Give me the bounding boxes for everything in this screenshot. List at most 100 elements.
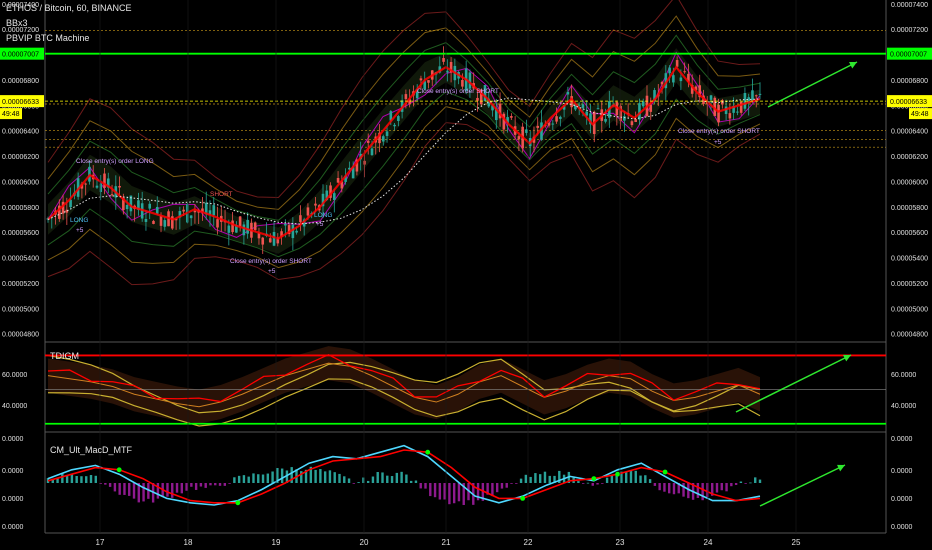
macd-histogram-bar [500, 483, 504, 489]
candle-body [427, 80, 430, 83]
macd-histogram-bar [424, 483, 427, 489]
annotation-plus5-c: +5 [316, 221, 324, 228]
indicator-pbvip: PBVIP BTC Machine [6, 33, 90, 43]
candle-body [299, 215, 302, 223]
macd-tick-right: 0.0000 [891, 524, 913, 531]
time-tick: 23 [616, 538, 625, 547]
macd-histogram-bar [429, 483, 432, 497]
macd-tick-right: 0.0000 [891, 496, 913, 503]
price-tick-left: 0.00006800 [2, 78, 39, 85]
candle-body [159, 215, 163, 226]
candle-body [728, 113, 732, 119]
macd-tick-left: 0.0000 [2, 468, 24, 475]
price-tick-left: 0.00004800 [2, 332, 39, 339]
candle-body [155, 206, 159, 214]
candle-body [333, 193, 336, 200]
macd-cross-dot [425, 449, 431, 455]
candle-body [419, 78, 423, 81]
macd-histogram-bar [233, 477, 236, 483]
macd-histogram-bar [366, 480, 370, 483]
candle-body [110, 194, 114, 196]
macd-histogram-bar [104, 483, 107, 485]
chart-canvas[interactable]: 0.00007400 0.000074000.00007200 0.00007200… [0, 0, 932, 550]
macd-histogram-bar [548, 475, 551, 483]
macd-histogram-bar [625, 472, 628, 483]
candle-body [95, 185, 99, 188]
candle-body [261, 237, 265, 245]
macd-histogram-bar [658, 483, 661, 491]
macd-histogram-bar [758, 479, 762, 483]
time-tick: 20 [360, 538, 369, 547]
annotation-close-short-3: Close entry(s) order SHORT [678, 128, 760, 135]
candle-body [238, 216, 242, 227]
macd-histogram-bar [701, 483, 704, 501]
macd-tick-right: 0.0000 [891, 468, 913, 475]
macd-histogram-bar [328, 470, 332, 483]
price-tick-right: 0.00005000 [891, 306, 928, 313]
candle-body [555, 116, 558, 122]
candle-body [668, 67, 671, 74]
macd-histogram-bar [529, 476, 532, 483]
macd-histogram-bar [204, 483, 207, 488]
macd-histogram-bar [505, 483, 508, 488]
candle-body [246, 219, 249, 234]
candle-body [381, 136, 385, 142]
macd-histogram-bar [247, 476, 250, 483]
macd-histogram-bar [519, 478, 523, 483]
macd-histogram-bar [228, 483, 231, 484]
macd-histogram-bar [199, 483, 203, 487]
macd-histogram-bar [682, 483, 685, 497]
macd-histogram-bar [672, 483, 676, 495]
macd-histogram-bar [257, 474, 260, 483]
candle-body [148, 203, 152, 209]
annotation-long-2: LONG [314, 212, 332, 219]
macd-histogram-bar [577, 481, 580, 483]
macd-histogram-bar [400, 471, 403, 483]
macd-histogram-bar [725, 483, 728, 492]
candle-body [630, 121, 634, 126]
macd-histogram-bar [252, 473, 255, 483]
candle-body [510, 116, 513, 118]
macd-histogram-bar [653, 483, 657, 486]
candle-body [404, 94, 408, 100]
macd-cross-dot [235, 500, 241, 506]
candle-body [442, 58, 445, 62]
macd-histogram-bar [113, 483, 117, 492]
macd-histogram-bar [237, 475, 241, 483]
candle-body [242, 224, 246, 236]
macd-histogram-bar [70, 474, 74, 483]
macd-histogram-bar [591, 483, 594, 486]
candle-body [253, 222, 257, 230]
macd-histogram-bar [209, 483, 212, 486]
macd-histogram-bar [605, 477, 609, 483]
macd-histogram-bar [118, 483, 121, 495]
tdigm-tick-right: 40.0000 [891, 403, 916, 410]
last-price-value-left: 0.00006633 [2, 99, 39, 106]
candle-body [125, 204, 129, 210]
time-tick: 21 [442, 538, 451, 547]
macd-tick-left: 0.0000 [2, 496, 24, 503]
candle-body [754, 95, 758, 97]
macd-histogram-bar [175, 483, 179, 493]
macd-histogram-bar [61, 473, 64, 483]
macd-histogram-bar [610, 475, 614, 483]
candle-body [397, 116, 400, 121]
macd-histogram-bar [142, 483, 145, 502]
candle-body [370, 148, 374, 156]
macd-histogram-bar [242, 475, 246, 483]
macd-histogram-bar [381, 472, 384, 483]
candle-body [709, 95, 713, 100]
candle-body [231, 220, 234, 233]
candle-body [268, 238, 272, 243]
candle-body [683, 71, 686, 73]
macd-histogram-bar [132, 483, 136, 499]
time-tick: 25 [792, 538, 801, 547]
candle-body [717, 104, 720, 123]
time-tick: 18 [184, 538, 193, 547]
candle-body [295, 230, 298, 233]
macd-histogram-bar [443, 483, 446, 500]
macd-cross-dot [615, 471, 620, 477]
symbol-title: ETHOS / Bitcoin, 60, BINANCE [6, 3, 132, 13]
macd-cross-dot [116, 467, 122, 473]
macd-histogram-bar [629, 471, 633, 483]
